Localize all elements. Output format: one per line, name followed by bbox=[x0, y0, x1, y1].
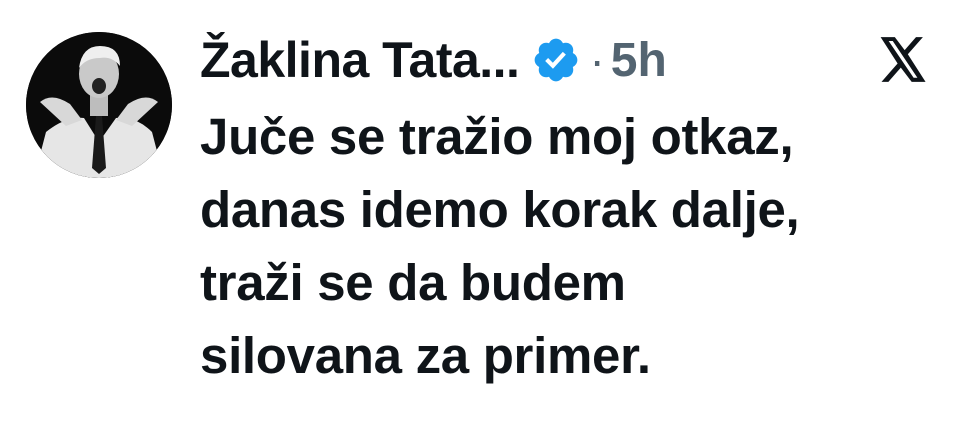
tweet-text-line: silovana za primer. bbox=[200, 327, 651, 384]
tweet-header: Žaklina Tata... · 5h bbox=[200, 28, 667, 92]
author-name[interactable]: Žaklina Tata... bbox=[200, 31, 520, 89]
timestamp[interactable]: 5h bbox=[611, 33, 667, 88]
tweet-text: Juče se tražio moj otkaz, danas idemo ko… bbox=[200, 100, 940, 392]
avatar[interactable] bbox=[26, 32, 172, 178]
tweet-text-line: danas idemo korak dalje, bbox=[200, 181, 800, 238]
avatar-image bbox=[26, 32, 172, 178]
x-logo-icon[interactable] bbox=[878, 37, 928, 83]
tweet-card: Žaklina Tata... · 5h Juče se tražio moj … bbox=[0, 0, 960, 428]
separator-dot: · bbox=[589, 34, 605, 86]
tweet-text-line: Juče se tražio moj otkaz, bbox=[200, 108, 794, 165]
verified-badge-icon bbox=[531, 35, 581, 85]
tweet-text-line: traži se da budem bbox=[200, 254, 626, 311]
